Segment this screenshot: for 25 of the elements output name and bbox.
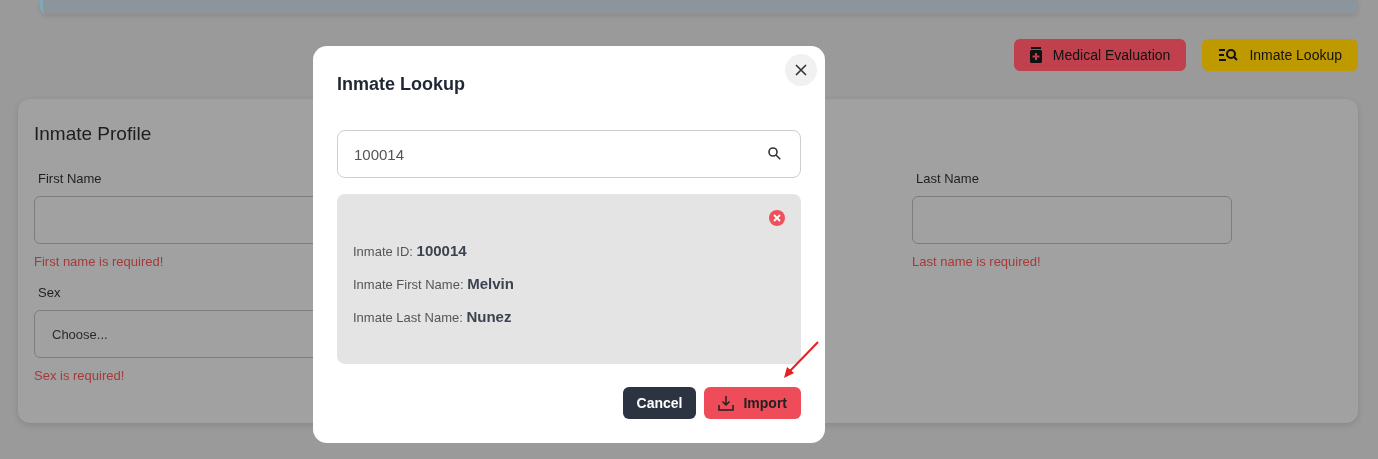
error-message: Last name is required! — [912, 254, 1041, 269]
card-title: Inmate Profile — [34, 123, 152, 145]
result-line: Inmate ID: 100014 — [353, 242, 467, 259]
download-icon — [718, 395, 735, 411]
import-button[interactable]: Import — [704, 387, 801, 419]
medicine-bottle-icon — [1029, 47, 1042, 63]
modal-title: Inmate Lookup — [337, 74, 465, 95]
search-field[interactable]: 100014 — [337, 130, 801, 178]
cancel-button[interactable]: Cancel — [622, 387, 697, 419]
error-message: First name is required! — [34, 254, 164, 269]
result-line: Inmate Last Name: Nunez — [353, 308, 512, 325]
field-label: Sex — [38, 285, 61, 300]
clear-result-icon[interactable] — [769, 210, 785, 226]
search-icon — [768, 147, 781, 160]
medical-evaluation-button[interactable]: Medical Evaluation — [1013, 39, 1187, 71]
field-label: First Name — [38, 171, 102, 186]
input-field[interactable] — [912, 196, 1232, 244]
result-line: Inmate First Name: Melvin — [353, 275, 514, 292]
inmate-lookup-button[interactable]: Inmate Lookup — [1202, 39, 1358, 71]
close-button[interactable] — [785, 54, 817, 86]
error-message: Sex is required! — [34, 368, 125, 383]
field-label: Last Name — [916, 171, 979, 186]
list-search-icon — [1218, 48, 1239, 62]
annotation-arrow — [783, 341, 819, 379]
close-icon — [795, 64, 807, 76]
